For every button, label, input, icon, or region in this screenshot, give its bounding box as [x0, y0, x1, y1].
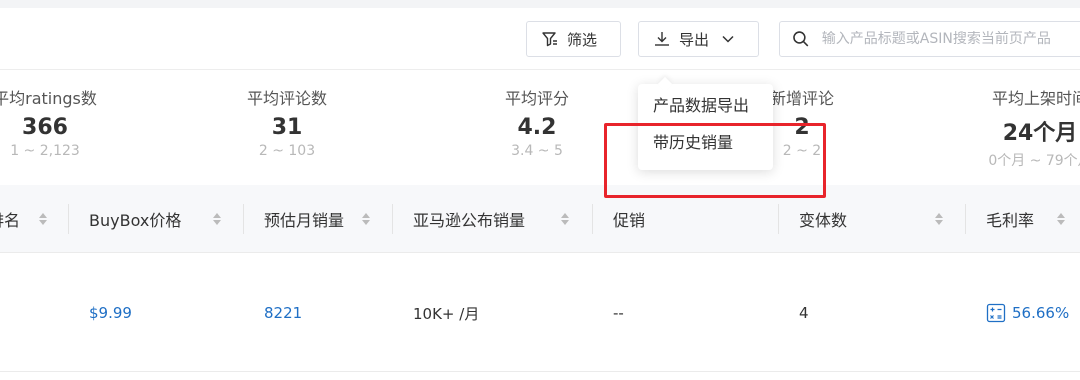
stat-avg-rating: 平均评分 4.2 3.4 ~ 5: [487, 85, 587, 159]
column-est-monthly-sales[interactable]: 预估月销量: [264, 185, 344, 253]
sort-icon[interactable]: [934, 211, 944, 227]
column-buybox-price[interactable]: BuyBox价格: [89, 185, 181, 253]
column-divider: [965, 204, 966, 234]
filter-button[interactable]: 筛选: [526, 21, 621, 57]
sort-icon[interactable]: [212, 211, 222, 227]
column-divider: [68, 204, 69, 234]
stat-avg-listing-age: 平均上架时间 24个月 0个月 ~ 79个月: [975, 85, 1080, 170]
filter-icon: [542, 32, 557, 47]
stat-range: 1 ~ 2,123: [10, 143, 80, 159]
search-icon: [793, 31, 809, 47]
stat-avg-reviews: 平均评论数 31 2 ~ 103: [237, 85, 337, 159]
table-row[interactable]: $9.99 8221 10K+ /月 -- 4 56.66%: [0, 254, 1080, 372]
stat-title: 平均ratings数: [0, 89, 97, 108]
sort-icon[interactable]: [560, 211, 570, 227]
sort-icon[interactable]: [38, 211, 48, 227]
stat-range: 3.4 ~ 5: [511, 143, 563, 159]
column-rank[interactable]: 排名: [0, 185, 20, 253]
cell-promotion: --: [613, 304, 624, 322]
search-input[interactable]: [821, 31, 1080, 47]
stats-bar: 平均ratings数 366 1 ~ 2,123 平均评论数 31 2 ~ 10…: [0, 71, 1080, 184]
column-divider: [778, 204, 779, 234]
gross-margin-value: 56.66%: [1012, 304, 1070, 322]
stat-value: 4.2: [517, 115, 557, 140]
stat-title: 平均上架时间: [991, 89, 1080, 108]
stat-range: 2 ~ 103: [258, 143, 316, 159]
cell-variants: 4: [799, 304, 809, 322]
toolbar: 筛选 导出: [0, 8, 1080, 70]
cell-amazon-sales: 10K+ /月: [413, 304, 480, 323]
calculator-icon[interactable]: [986, 303, 1006, 323]
download-icon: [655, 32, 669, 46]
stat-title: 平均评论数: [246, 89, 327, 108]
stat-value: 366: [22, 115, 68, 140]
column-amazon-sales[interactable]: 亚马逊公布销量: [413, 185, 525, 253]
sort-icon[interactable]: [1056, 211, 1066, 227]
search-box[interactable]: [779, 21, 1080, 57]
stat-title: 平均评分: [504, 89, 569, 108]
column-divider: [243, 204, 244, 234]
column-divider: [592, 204, 593, 234]
cell-gross-margin[interactable]: 56.66%: [986, 254, 1069, 372]
cell-buybox-price[interactable]: $9.99: [89, 254, 132, 372]
filter-label: 筛选: [567, 30, 598, 49]
export-label: 导出: [679, 30, 710, 49]
stat-range: 0个月 ~ 79个月: [988, 153, 1080, 169]
top-strip: [0, 0, 1080, 8]
table-header: 排名 BuyBox价格 预估月销量 亚马逊公布销量 促销 变体数 毛利率: [0, 185, 1080, 253]
stat-value: 31: [271, 115, 303, 140]
highlight-box: [604, 123, 826, 198]
stat-avg-ratings: 平均ratings数 366 1 ~ 2,123: [0, 85, 107, 159]
sort-icon[interactable]: [361, 211, 371, 227]
column-gross-margin[interactable]: 毛利率: [986, 185, 1034, 253]
cell-est-monthly-sales[interactable]: 8221: [264, 254, 302, 372]
chevron-down-icon: [722, 35, 734, 43]
column-divider: [392, 204, 393, 234]
export-button[interactable]: 导出: [638, 21, 759, 57]
stat-value: 24个月: [1002, 121, 1078, 146]
